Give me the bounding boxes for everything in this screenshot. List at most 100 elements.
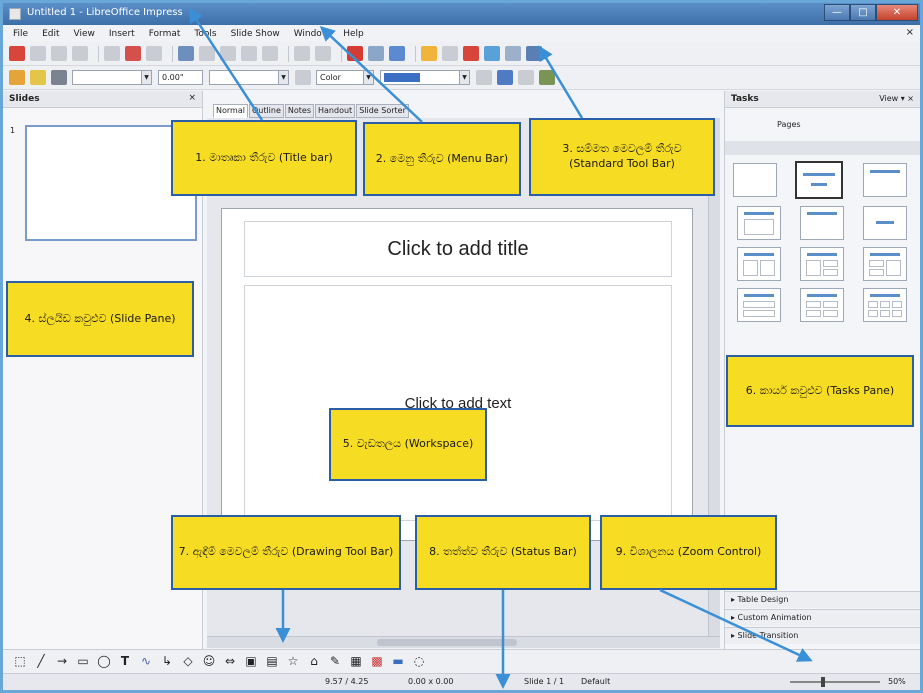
styles-icon[interactable] bbox=[9, 70, 25, 85]
tab-slide-sorter[interactable]: Slide Sorter bbox=[356, 104, 409, 118]
new-document-icon[interactable] bbox=[9, 46, 25, 61]
task-section-slide-transition[interactable]: ▸ Slide Transition bbox=[725, 627, 920, 644]
print-icon[interactable] bbox=[146, 46, 162, 61]
export-pdf-icon[interactable] bbox=[125, 46, 141, 61]
master-pages-section[interactable]: Pages bbox=[777, 120, 801, 129]
line-style-select[interactable]: ▼ bbox=[72, 70, 152, 85]
fill-color-select[interactable]: ▼ bbox=[380, 70, 470, 85]
slide-layout-icon[interactable] bbox=[505, 46, 521, 61]
arrow-style-icon[interactable] bbox=[51, 70, 67, 85]
glue-points-icon[interactable]: ✎ bbox=[328, 654, 342, 669]
points-icon[interactable]: ⌂ bbox=[307, 654, 321, 669]
layout-title-content[interactable] bbox=[863, 163, 907, 197]
line-icon[interactable] bbox=[30, 70, 46, 85]
menu-tools[interactable]: Tools bbox=[194, 29, 216, 39]
select-icon[interactable]: ⬚ bbox=[13, 654, 27, 669]
menu-edit[interactable]: Edit bbox=[42, 29, 59, 39]
callouts-icon[interactable]: ▤ bbox=[265, 654, 279, 669]
layout-blank[interactable] bbox=[733, 163, 777, 197]
tasks-view-menu[interactable]: View ▾ × bbox=[879, 94, 914, 103]
title-bar[interactable]: Untitled 1 - LibreOffice Impress — □ ✕ bbox=[3, 3, 920, 25]
zoom-slider[interactable] bbox=[790, 681, 880, 683]
spellcheck-icon[interactable] bbox=[178, 46, 194, 61]
horizontal-scrollbar[interactable] bbox=[207, 636, 720, 648]
stars-icon[interactable]: ☆ bbox=[286, 654, 300, 669]
chart-icon[interactable] bbox=[347, 46, 363, 61]
undo-icon[interactable] bbox=[294, 46, 310, 61]
text-placeholder[interactable]: Click to add text bbox=[244, 285, 672, 521]
menu-help[interactable]: Help bbox=[343, 29, 364, 39]
shadow-icon[interactable] bbox=[476, 70, 492, 85]
tab-handout[interactable]: Handout bbox=[315, 104, 356, 118]
layout-title-6-content[interactable] bbox=[863, 288, 907, 322]
start-slideshow-icon[interactable] bbox=[526, 46, 542, 61]
table-icon[interactable] bbox=[368, 46, 384, 61]
slide-icon[interactable] bbox=[484, 46, 500, 61]
block-arrows-icon[interactable]: ⇔ bbox=[223, 654, 237, 669]
align-icon[interactable] bbox=[518, 70, 534, 85]
zoom-icon[interactable] bbox=[442, 46, 458, 61]
line-tool-icon[interactable]: ╱ bbox=[34, 654, 48, 669]
symbol-shapes-icon[interactable]: ☺ bbox=[202, 654, 216, 669]
menu-view[interactable]: View bbox=[74, 29, 95, 39]
layout-title-2-content[interactable] bbox=[737, 206, 781, 240]
scrollbar-thumb[interactable] bbox=[377, 639, 517, 646]
layout-centered-text[interactable] bbox=[863, 206, 907, 240]
title-placeholder[interactable]: Click to add title bbox=[244, 221, 672, 277]
arrange-icon[interactable] bbox=[539, 70, 555, 85]
open-icon[interactable] bbox=[30, 46, 46, 61]
fontwork-icon[interactable]: ▦ bbox=[349, 654, 363, 669]
curve-icon[interactable]: ∿ bbox=[139, 654, 153, 669]
ellipse-icon[interactable]: ◯ bbox=[97, 654, 111, 669]
layout-title-only[interactable] bbox=[800, 206, 844, 240]
zoom-level[interactable]: 50% bbox=[888, 677, 906, 686]
layout-title-content-over-content[interactable] bbox=[737, 288, 781, 322]
menu-file[interactable]: File bbox=[13, 29, 28, 39]
task-section-table-design[interactable]: ▸ Table Design bbox=[725, 591, 920, 608]
rotate-icon[interactable] bbox=[497, 70, 513, 85]
area-style-select[interactable]: Color ▼ bbox=[316, 70, 374, 85]
tab-notes[interactable]: Notes bbox=[284, 104, 315, 118]
tab-normal[interactable]: Normal bbox=[213, 104, 248, 118]
close-slides-pane-icon[interactable]: × bbox=[188, 93, 196, 103]
layout-title-2-content-b[interactable] bbox=[800, 247, 844, 281]
layout-title-2-content-c[interactable] bbox=[863, 247, 907, 281]
zoom-slider-handle[interactable] bbox=[821, 677, 825, 687]
toggle-extrusion-icon[interactable]: ◌ bbox=[412, 654, 426, 669]
close-document-icon[interactable]: × bbox=[906, 27, 914, 38]
line-width-field[interactable]: 0.00" bbox=[158, 70, 203, 85]
menu-slide-show[interactable]: Slide Show bbox=[231, 29, 280, 39]
layout-title-4-content[interactable] bbox=[800, 288, 844, 322]
save-icon[interactable] bbox=[51, 46, 67, 61]
slide-canvas[interactable]: Click to add title Click to add text bbox=[221, 208, 693, 541]
layout-title-slide[interactable] bbox=[795, 161, 843, 199]
menu-format[interactable]: Format bbox=[149, 29, 181, 39]
clone-formatting-icon[interactable] bbox=[262, 46, 278, 61]
email-icon[interactable] bbox=[72, 46, 88, 61]
task-section-custom-animation[interactable]: ▸ Custom Animation bbox=[725, 609, 920, 626]
minimize-button[interactable]: — bbox=[824, 4, 850, 21]
close-button[interactable]: ✕ bbox=[876, 4, 918, 21]
tab-outline[interactable]: Outline bbox=[248, 104, 284, 118]
navigator-icon[interactable] bbox=[421, 46, 437, 61]
menu-window[interactable]: Window bbox=[294, 29, 330, 39]
text-tool-icon[interactable]: T bbox=[118, 654, 132, 669]
extrusion-icon[interactable]: ▬ bbox=[391, 654, 405, 669]
layouts-section-header[interactable] bbox=[725, 141, 920, 155]
insert-image-icon[interactable]: ▩ bbox=[370, 654, 384, 669]
line-color-select[interactable]: ▼ bbox=[209, 70, 289, 85]
cut-icon[interactable] bbox=[199, 46, 215, 61]
connector-icon[interactable]: ↳ bbox=[160, 654, 174, 669]
basic-shapes-icon[interactable]: ◇ bbox=[181, 654, 195, 669]
layout-title-2-content-a[interactable] bbox=[737, 247, 781, 281]
arrow-line-icon[interactable]: → bbox=[55, 654, 69, 669]
redo-icon[interactable] bbox=[315, 46, 331, 61]
area-icon[interactable] bbox=[295, 70, 311, 85]
flowchart-icon[interactable]: ▣ bbox=[244, 654, 258, 669]
display-grid-icon[interactable] bbox=[389, 46, 405, 61]
gallery-icon[interactable] bbox=[463, 46, 479, 61]
edit-file-icon[interactable] bbox=[104, 46, 120, 61]
copy-icon[interactable] bbox=[220, 46, 236, 61]
paste-icon[interactable] bbox=[241, 46, 257, 61]
maximize-button[interactable]: □ bbox=[850, 4, 876, 21]
